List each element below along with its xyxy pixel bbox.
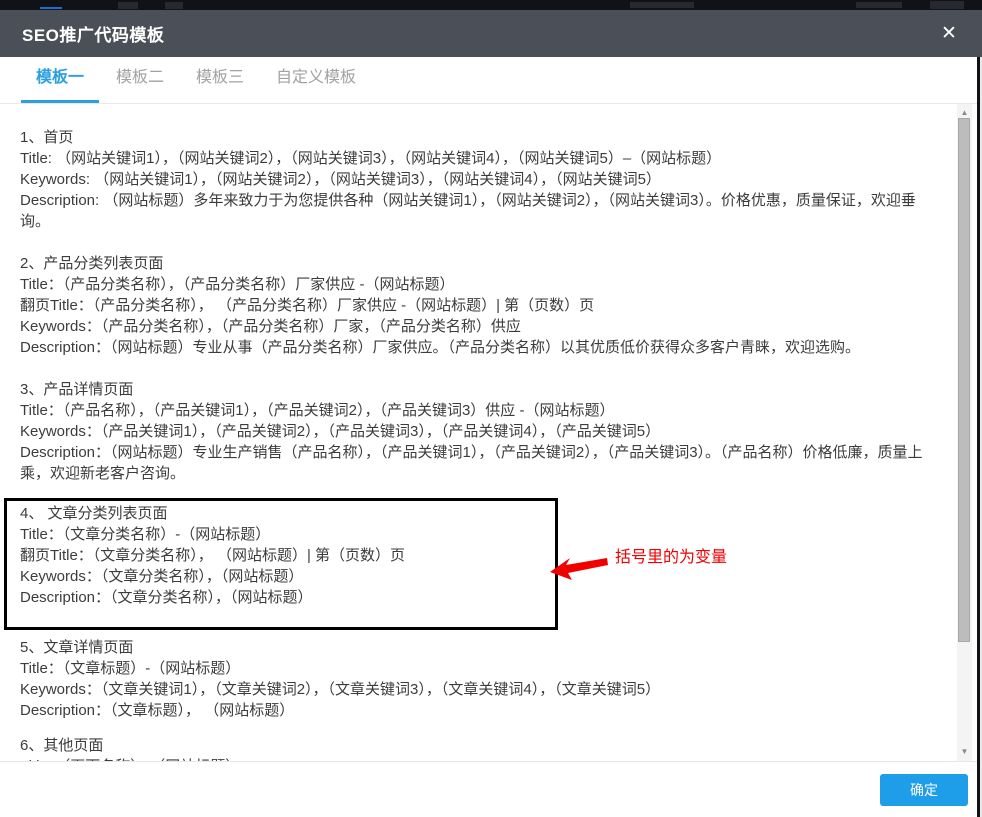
background-text-hint <box>856 2 902 8</box>
confirm-button[interactable]: 确定 <box>880 774 968 806</box>
modal-dialog: 模板一 模板二 模板三 自定义模板 1、首页 Title: （网站关键词1），（… <box>0 57 977 817</box>
tab-template-1[interactable]: 模板一 <box>21 63 99 103</box>
template-line: Description：（网站标题）专业从事（产品分类名称）厂家供应。（产品分类… <box>20 337 935 358</box>
modal-footer: 确定 <box>0 761 977 817</box>
section-heading: 5、文章详情页面 <box>20 637 935 658</box>
background-icon-hint <box>165 2 183 9</box>
template-line: Description：（文章标题）， （网站标题） <box>20 700 935 721</box>
highlight-box: 4、 文章分类列表页面 Title：（文章分类名称）-（网站标题） 翻页Titl… <box>4 498 558 630</box>
background-text-hint <box>630 2 694 8</box>
scroll-down-icon[interactable]: ▼ <box>957 744 972 758</box>
template-line: Title：（产品名称），（产品关键词1），（产品关键词2），（产品关键词3）供… <box>20 400 935 421</box>
template-line: 翻页Title：（产品分类名称）， （产品分类名称）厂家供应 -（网站标题）| … <box>20 295 935 316</box>
section-product-detail: 3、产品详情页面 Title：（产品名称），（产品关键词1），（产品关键词2），… <box>20 379 935 484</box>
template-line: 翻页Title：（文章分类名称）， （网站标题）| 第（页数）页 <box>20 545 545 566</box>
template-line: Keywords: （网站关键词1），（网站关键词2），（网站关键词3），（网站… <box>20 169 935 190</box>
red-arrow-left-icon <box>550 553 608 581</box>
section-article-category-wrapper: 4、 文章分类列表页面 Title：（文章分类名称）-（网站标题） 翻页Titl… <box>20 498 935 630</box>
background-icon-hint <box>118 2 138 9</box>
section-home-page: 1、首页 Title: （网站关键词1），（网站关键词2），（网站关键词3），（… <box>20 127 935 232</box>
template-line: Keywords：（文章分类名称），（网站标题） <box>20 566 545 587</box>
template-line: Title：（产品分类名称），（产品分类名称）厂家供应 -（网站标题） <box>20 274 935 295</box>
scroll-up-icon[interactable]: ▲ <box>957 105 972 119</box>
section-product-category-list: 2、产品分类列表页面 Title：（产品分类名称），（产品分类名称）厂家供应 -… <box>20 253 935 358</box>
background-accent-mark <box>40 7 62 9</box>
template-line: Keywords：（产品关键词1），（产品关键词2），（产品关键词3），（产品关… <box>20 421 935 442</box>
tab-custom-template[interactable]: 自定义模板 <box>261 63 371 103</box>
template-body: 1、首页 Title: （网站关键词1），（网站关键词2），（网站关键词3），（… <box>0 104 977 761</box>
section-heading: 4、 文章分类列表页面 <box>20 503 545 524</box>
template-line: Description: （网站标题）多年来致力于为您提供各种（网站关键词1），… <box>20 190 935 232</box>
section-heading: 2、产品分类列表页面 <box>20 253 935 274</box>
tab-template-2[interactable]: 模板二 <box>101 63 179 103</box>
background-icon-hint <box>930 1 964 9</box>
tab-template-3[interactable]: 模板三 <box>181 63 259 103</box>
close-icon[interactable]: ✕ <box>934 10 964 57</box>
modal-title: SEO推广代码模板 <box>22 21 164 46</box>
template-line: Title: （网站关键词1），（网站关键词2），（网站关键词3），（网站关键词… <box>20 148 935 169</box>
template-line: Keywords：（文章关键词1），（文章关键词2），（文章关键词3），（文章关… <box>20 679 935 700</box>
section-article-detail: 5、文章详情页面 Title：（文章标题）-（网站标题） Keywords：（文… <box>20 637 935 721</box>
template-line: Title：（文章分类名称）-（网站标题） <box>20 524 545 545</box>
section-heading: 1、首页 <box>20 127 935 148</box>
template-line: Description：（文章分类名称），（网站标题） <box>20 587 545 608</box>
section-heading: 3、产品详情页面 <box>20 379 935 400</box>
scrollbar-thumb[interactable] <box>958 118 970 642</box>
section-heading: 6、其他页面 <box>20 735 935 756</box>
annotation-label: 括号里的为变量 <box>615 547 727 568</box>
section-other-pages: 6、其他页面 Title：（页面名称）-（网站标题） <box>20 735 935 761</box>
scrollbar[interactable]: ▲ ▼ <box>957 104 972 761</box>
modal-header: SEO推广代码模板 ✕ <box>0 10 982 57</box>
template-line: Description：（网站标题）专业生产销售（产品名称），（产品关键词1），… <box>20 442 935 484</box>
template-line: Title：（文章标题）-（网站标题） <box>20 658 935 679</box>
template-tabbar: 模板一 模板二 模板三 自定义模板 <box>0 57 977 104</box>
template-line: Keywords：（产品分类名称），（产品分类名称）厂家，（产品分类名称）供应 <box>20 316 935 337</box>
